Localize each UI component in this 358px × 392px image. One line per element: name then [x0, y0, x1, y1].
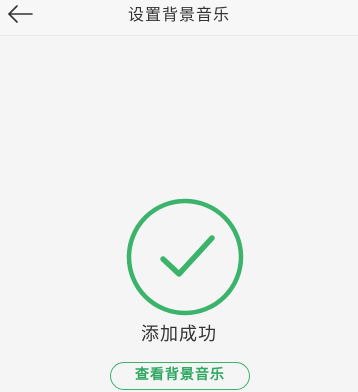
- status-message: 添加成功: [141, 324, 217, 345]
- view-background-music-button[interactable]: 查看背景音乐: [110, 362, 250, 390]
- app-screen: 设置背景音乐 添加成功 查看背景音乐: [0, 0, 358, 392]
- header-bar: 设置背景音乐: [0, 0, 358, 36]
- page-title: 设置背景音乐: [127, 5, 230, 24]
- check-circle-icon: [126, 198, 244, 316]
- success-indicator: [126, 198, 244, 316]
